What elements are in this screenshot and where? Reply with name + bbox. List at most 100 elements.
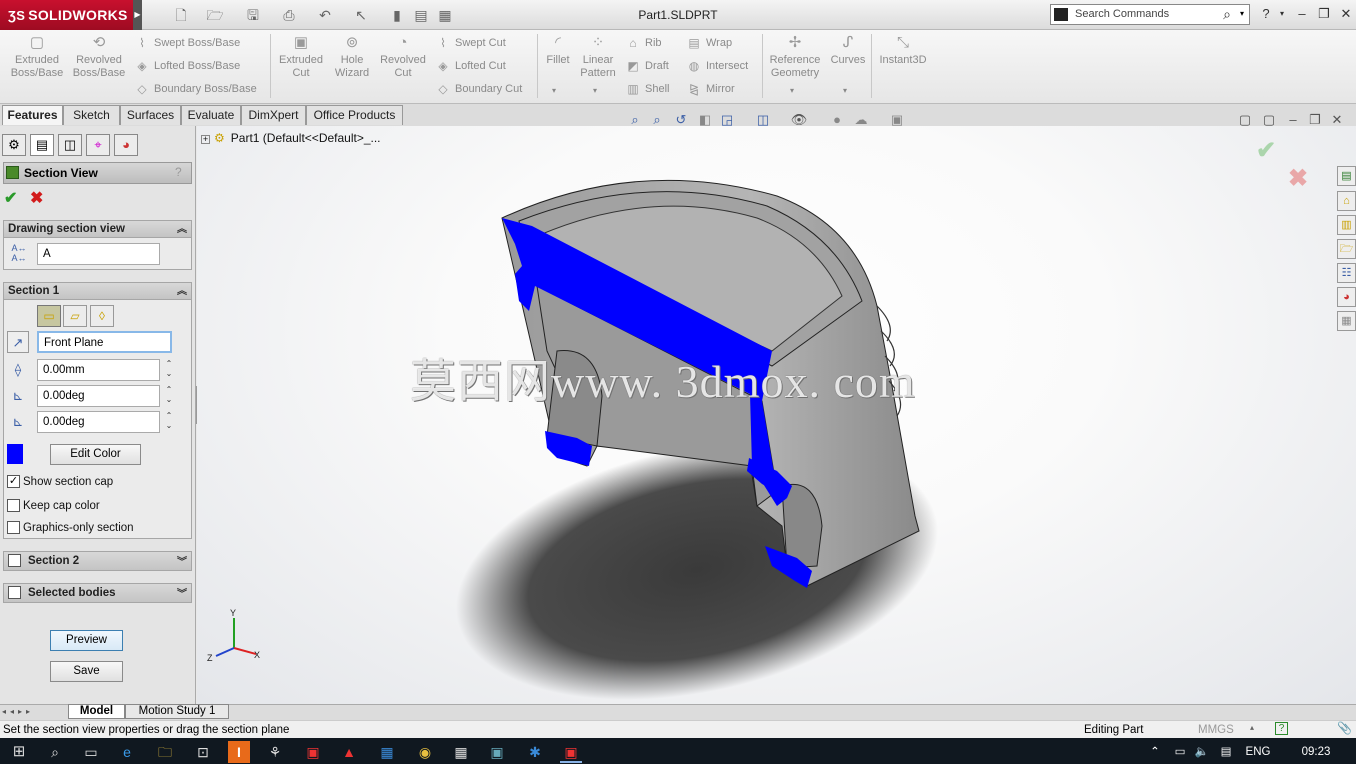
section-name-field[interactable]: A xyxy=(37,243,160,265)
rotation-x-spinner-icon[interactable]: ⌃ ⌄ xyxy=(163,385,175,407)
confirmation-ok-icon[interactable]: ✔ xyxy=(1256,138,1282,164)
section-1-header[interactable]: Section 1 ︽ xyxy=(3,282,192,300)
selected-bodies-header[interactable]: Selected bodies ︾ xyxy=(3,583,192,603)
extruded-boss-button[interactable]: ▢ Extruded Boss/Base xyxy=(6,34,68,80)
section-2-header[interactable]: Section 2 ︾ xyxy=(3,551,192,571)
swept-boss-button[interactable]: ⌇ Swept Boss/Base xyxy=(132,33,268,53)
tab-surfaces[interactable]: Surfaces xyxy=(120,105,181,125)
undo-icon[interactable]: ↶ xyxy=(316,6,334,24)
solidworks-resources-icon[interactable]: ▤ xyxy=(1337,166,1356,186)
collapse-chevron-icon[interactable]: ︽ xyxy=(177,222,187,238)
tab-motion-study-1[interactable]: Motion Study 1 xyxy=(125,704,229,719)
display-style-icon[interactable]: ◫ xyxy=(754,111,772,129)
view-palette-icon[interactable]: ☷ xyxy=(1337,263,1356,283)
offset-distance-field[interactable]: 0.00mm xyxy=(37,359,160,381)
bluetooth-icon[interactable]: ✱ xyxy=(524,741,546,763)
save-icon[interactable]: 🖫 xyxy=(244,6,262,24)
wrap-button[interactable]: ▤ Wrap xyxy=(684,33,756,53)
apply-scene-icon[interactable]: ☁ xyxy=(852,111,870,129)
reference-plane-selector-icon[interactable]: ↗ xyxy=(7,331,29,353)
draft-button[interactable]: ◩ Draft xyxy=(623,56,679,76)
display-manager-tab-icon[interactable]: ◕ xyxy=(114,134,138,156)
home-icon[interactable]: ⌂ xyxy=(1337,191,1356,211)
confirmation-cancel-icon[interactable]: ✖ xyxy=(1288,166,1314,192)
expand-chevron-icon[interactable]: ︾ xyxy=(177,586,187,604)
options-icon[interactable]: ▦ xyxy=(436,6,454,24)
app-hands-icon[interactable]: ⚘ xyxy=(264,741,286,763)
open-icon[interactable]: 🗁 xyxy=(206,6,224,24)
chrome-browser-icon[interactable]: ◉ xyxy=(414,741,436,763)
lofted-cut-button[interactable]: ◈ Lofted Cut xyxy=(433,56,533,76)
revolved-cut-button[interactable]: ◔ Revolved Cut xyxy=(376,34,430,80)
app-blue-icon[interactable]: ▦ xyxy=(376,741,398,763)
reference-dropdown-icon[interactable]: ▾ xyxy=(790,86,800,96)
search-icon[interactable]: ⌕ xyxy=(1218,5,1236,23)
offset-spinner-icon[interactable]: ⌃ ⌄ xyxy=(163,359,175,381)
close-window-icon[interactable]: ✕ xyxy=(1336,5,1356,23)
show-section-cap-checkbox[interactable]: ✓ xyxy=(7,475,20,488)
edit-color-button[interactable]: Edit Color xyxy=(50,444,141,465)
new-icon[interactable]: 🗋 xyxy=(172,6,190,24)
drawing-section-view-header[interactable]: Drawing section view ︽ xyxy=(3,220,192,238)
app-window-icon[interactable]: ▣ xyxy=(486,741,508,763)
zoom-to-fit-icon[interactable]: ⌕ xyxy=(626,111,644,129)
hide-show-items-icon[interactable]: 👁 xyxy=(790,111,808,129)
keep-cap-color-checkbox[interactable] xyxy=(7,499,20,512)
appearances-icon[interactable]: ◕ xyxy=(1337,287,1356,307)
rib-button[interactable]: ⌂ Rib xyxy=(623,33,679,53)
instant3d-button[interactable]: ⤡ Instant3D xyxy=(875,34,931,67)
search-taskbar-icon[interactable]: ⌕ xyxy=(44,741,66,763)
rotation-x-field[interactable]: 0.00deg xyxy=(37,385,160,407)
restore-window-icon[interactable]: ❐ xyxy=(1314,5,1334,23)
network-icon[interactable]: ▭ xyxy=(1170,741,1190,763)
app-i-icon[interactable]: I xyxy=(228,741,250,763)
design-library-icon[interactable]: ▥ xyxy=(1337,215,1356,235)
menu-flyout-arrow-icon[interactable]: ▶ xyxy=(133,0,142,30)
cancel-x-icon[interactable]: ✖ xyxy=(30,190,48,208)
save-button[interactable]: Save xyxy=(50,661,123,682)
edge-browser-icon[interactable]: e xyxy=(116,741,138,763)
notifications-icon[interactable]: ▤ xyxy=(1216,741,1236,763)
fillet-dropdown-icon[interactable]: ▾ xyxy=(552,86,562,96)
intersect-button[interactable]: ◍ Intersect xyxy=(684,56,756,76)
select-icon[interactable]: ↖ xyxy=(352,6,370,24)
graphics-only-checkbox[interactable] xyxy=(7,521,20,534)
pin-icon[interactable]: 📎 xyxy=(1337,721,1352,735)
search-dropdown-icon[interactable]: ▾ xyxy=(1240,5,1250,23)
volume-icon[interactable]: 🔈 xyxy=(1192,741,1212,763)
viewport-split-icon[interactable]: ▢ xyxy=(1260,111,1278,129)
tab-dimxpert[interactable]: DimXpert xyxy=(241,105,306,125)
document-minimize-icon[interactable]: – xyxy=(1284,111,1302,129)
language-indicator[interactable]: ENG xyxy=(1242,741,1274,763)
revolved-boss-button[interactable]: ⟲ Revolved Boss/Base xyxy=(70,34,128,80)
rebuild-icon[interactable]: ▮ xyxy=(388,6,406,24)
extruded-cut-button[interactable]: ▣ Extruded Cut xyxy=(274,34,328,80)
linear-pattern-button[interactable]: ⁘ Linear Pattern xyxy=(576,34,620,80)
tray-expand-icon[interactable]: ⌃ xyxy=(1148,741,1162,763)
calculator-icon[interactable]: ▦ xyxy=(450,741,472,763)
selected-bodies-checkbox[interactable] xyxy=(8,586,21,599)
fillet-button[interactable]: ◜ Fillet xyxy=(541,34,575,67)
tab-features[interactable]: Features xyxy=(2,105,63,125)
minimize-window-icon[interactable]: – xyxy=(1292,5,1312,23)
zoom-to-area-icon[interactable]: ⌕ xyxy=(648,111,666,129)
file-properties-icon[interactable]: ▤ xyxy=(412,6,430,24)
file-explorer-taskbar-icon[interactable]: 🗀 xyxy=(154,741,176,763)
store-icon[interactable]: ⊡ xyxy=(192,741,214,763)
rotation-y-spinner-icon[interactable]: ⌃ ⌄ xyxy=(163,411,175,433)
task-view-icon[interactable]: ▭ xyxy=(80,741,102,763)
feature-manager-tab-icon[interactable]: ⚙ xyxy=(2,134,26,156)
windows-start-icon[interactable]: ⊞ xyxy=(8,741,30,763)
property-manager-tab-icon[interactable]: ▤ xyxy=(30,134,54,156)
dimxpert-manager-tab-icon[interactable]: ⌖ xyxy=(86,134,110,156)
help-dropdown-icon[interactable]: ▾ xyxy=(1272,5,1292,23)
tab-model[interactable]: Model xyxy=(68,704,125,719)
solidworks-logo[interactable]: ƷS SOLIDWORKS xyxy=(0,0,133,30)
boundary-boss-button[interactable]: ◇ Boundary Boss/Base xyxy=(132,79,268,99)
configuration-manager-tab-icon[interactable]: ◫ xyxy=(58,134,82,156)
tab-sketch[interactable]: Sketch xyxy=(63,105,120,125)
document-restore-icon[interactable]: ❐ xyxy=(1306,111,1324,129)
previous-view-icon[interactable]: ↺ xyxy=(672,111,690,129)
view-settings-icon[interactable]: ▣ xyxy=(888,111,906,129)
ok-checkmark-icon[interactable]: ✔ xyxy=(4,190,22,208)
